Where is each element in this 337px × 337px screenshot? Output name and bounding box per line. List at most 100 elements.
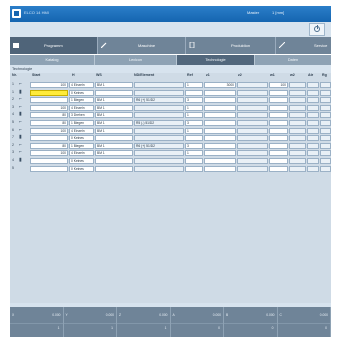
cell-start[interactable] xyxy=(30,165,68,172)
cell-z1[interactable] xyxy=(204,158,236,164)
table-row[interactable]: 3 ⌐ 100 4 Einzeln BM 1 1 xyxy=(10,104,331,111)
tab-service[interactable]: Service xyxy=(276,37,331,54)
table-row[interactable]: 1 ▮ 0 Keines xyxy=(10,89,331,96)
cell-atr[interactable] xyxy=(307,82,319,88)
cell-h[interactable]: 4 Einzeln xyxy=(69,127,94,134)
cell-w1[interactable] xyxy=(269,89,288,96)
cell-h[interactable]: 0 Keines xyxy=(69,135,94,142)
cell-atr[interactable] xyxy=(307,165,319,172)
cell-ws[interactable] xyxy=(95,135,133,142)
subtab-technologie[interactable]: Technologie xyxy=(177,55,255,65)
cell-atr[interactable] xyxy=(307,97,319,104)
cell-atr[interactable] xyxy=(307,158,319,164)
cell-start[interactable]: 80 xyxy=(30,142,68,149)
cell-h[interactable]: 4 Einzeln xyxy=(69,82,94,88)
cell-start[interactable] xyxy=(30,97,68,104)
cell-ws[interactable]: BM 1 xyxy=(95,120,133,126)
cell-ws[interactable]: BM 1 xyxy=(95,150,133,157)
cell-ref[interactable]: 1 xyxy=(185,150,203,157)
cell-rg[interactable] xyxy=(320,150,331,157)
cell-z1[interactable] xyxy=(204,89,236,96)
cell-nd[interactable] xyxy=(134,165,184,172)
cell-w1[interactable] xyxy=(269,120,288,126)
cell-z2[interactable] xyxy=(237,89,268,96)
cell-ws[interactable] xyxy=(95,165,133,172)
cell-z2[interactable] xyxy=(237,97,268,104)
cell-w2[interactable] xyxy=(289,150,306,157)
subtab-lexicon[interactable]: Lexicon xyxy=(95,55,177,65)
cell-h[interactable]: 0 Keines xyxy=(69,165,94,172)
cell-nd[interactable] xyxy=(134,135,184,142)
cell-z1[interactable] xyxy=(204,150,236,157)
cell-nd[interactable]: R6 (+) 51/D2 xyxy=(134,142,184,149)
cell-ws[interactable]: BM 1 xyxy=(95,104,133,111)
cell-start[interactable]: 100 xyxy=(30,127,68,134)
cell-h[interactable]: 1 Biegen xyxy=(69,97,94,104)
subtab-daten[interactable]: Daten xyxy=(255,55,331,65)
table-row[interactable]: 5 ⌐ 80 1 Biegen BM 1 R5 (-) 51/D2 3 xyxy=(10,119,331,126)
cell-ws[interactable] xyxy=(95,89,133,96)
cell-z2[interactable] xyxy=(237,158,268,164)
cell-w1[interactable] xyxy=(269,135,288,142)
cell-start[interactable]: 100 xyxy=(30,150,68,157)
cell-ws[interactable]: BM 1 xyxy=(95,142,133,149)
cell-nd[interactable]: R6 (+) 51/D2 xyxy=(134,97,184,104)
cell-ref[interactable]: 3 xyxy=(185,97,203,104)
cell-ref[interactable] xyxy=(185,89,203,96)
table-row[interactable]: 3 ⌐ 100 4 Einzeln BM 1 1 xyxy=(10,149,331,157)
cell-rg[interactable] xyxy=(320,112,331,119)
cell-rg[interactable] xyxy=(320,82,331,88)
subtab-katalog[interactable]: Katalog xyxy=(10,55,95,65)
cell-ref[interactable] xyxy=(185,165,203,172)
table-row[interactable]: 2 ⌐ 1 Biegen BM 1 R6 (+) 51/D2 3 xyxy=(10,96,331,104)
cell-z2[interactable] xyxy=(237,127,268,134)
cell-rg[interactable] xyxy=(320,135,331,142)
cell-rg[interactable] xyxy=(320,104,331,111)
cell-start[interactable] xyxy=(30,135,68,142)
cell-z1[interactable] xyxy=(204,135,236,142)
cell-start[interactable] xyxy=(30,89,68,96)
cell-w2[interactable] xyxy=(289,82,306,88)
cell-z2[interactable] xyxy=(237,112,268,119)
cell-atr[interactable] xyxy=(307,120,319,126)
table-row[interactable]: 2 ⌐ 80 1 Biegen BM 1 R6 (+) 51/D2 3 xyxy=(10,142,331,149)
cell-start[interactable]: 80 xyxy=(30,120,68,126)
cell-z1[interactable] xyxy=(204,104,236,111)
cell-ws[interactable]: BM 1 xyxy=(95,97,133,104)
power-button[interactable] xyxy=(309,23,325,36)
cell-atr[interactable] xyxy=(307,135,319,142)
cell-z2[interactable] xyxy=(237,165,268,172)
cell-w1[interactable] xyxy=(269,127,288,134)
table-row[interactable]: 1 ⌐ 100 4 Einzeln BM 1 1 3000 100 xyxy=(10,81,331,88)
cell-ws[interactable] xyxy=(95,158,133,164)
cell-z1[interactable] xyxy=(204,127,236,134)
tab-programm[interactable]: Programm xyxy=(10,37,98,54)
cell-rg[interactable] xyxy=(320,127,331,134)
cell-h[interactable]: 1 Biegen xyxy=(69,120,94,126)
cell-w1[interactable] xyxy=(269,112,288,119)
cell-atr[interactable] xyxy=(307,127,319,134)
cell-atr[interactable] xyxy=(307,150,319,157)
cell-w1[interactable]: 100 xyxy=(269,82,288,88)
cell-z1[interactable] xyxy=(204,142,236,149)
cell-w2[interactable] xyxy=(289,158,306,164)
cell-z1[interactable] xyxy=(204,97,236,104)
cell-z2[interactable] xyxy=(237,104,268,111)
cell-start[interactable] xyxy=(30,158,68,164)
cell-nd[interactable]: R5 (-) 51/D2 xyxy=(134,120,184,126)
cell-rg[interactable] xyxy=(320,142,331,149)
cell-z2[interactable] xyxy=(237,150,268,157)
cell-rg[interactable] xyxy=(320,89,331,96)
cell-ref[interactable]: 3 xyxy=(185,120,203,126)
cell-w2[interactable] xyxy=(289,89,306,96)
cell-atr[interactable] xyxy=(307,89,319,96)
cell-w2[interactable] xyxy=(289,142,306,149)
cell-start[interactable]: 100 xyxy=(30,104,68,111)
cell-w2[interactable] xyxy=(289,135,306,142)
cell-w1[interactable] xyxy=(269,165,288,172)
table-row[interactable]: 7 ▮ 0 Keines xyxy=(10,134,331,142)
cell-ws[interactable]: BM 1 xyxy=(95,112,133,119)
cell-atr[interactable] xyxy=(307,104,319,111)
cell-rg[interactable] xyxy=(320,158,331,164)
cell-ref[interactable]: 3 xyxy=(185,142,203,149)
